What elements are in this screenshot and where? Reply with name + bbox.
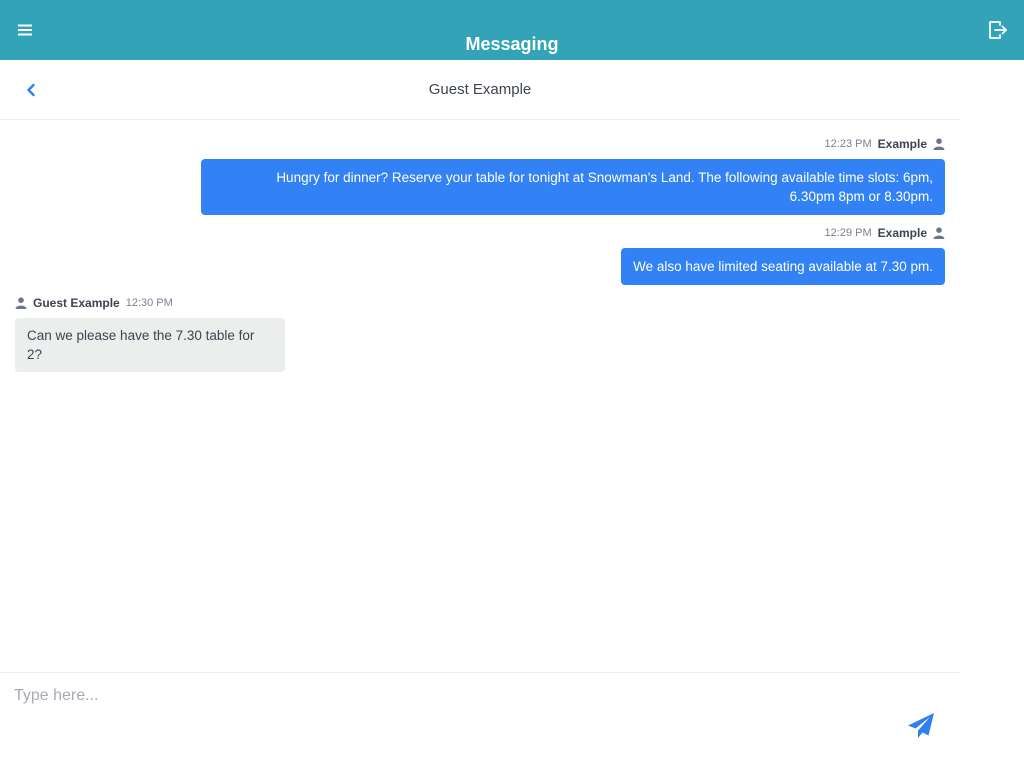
message-sender: Example — [877, 226, 927, 240]
message-bubble-outgoing[interactable]: We also have limited seating available a… — [621, 248, 945, 285]
message-list: 12:23 PM Example Hungry for dinner? Rese… — [0, 121, 960, 672]
user-icon — [15, 297, 27, 309]
message-sender: Example — [877, 137, 927, 151]
paper-plane-icon — [908, 713, 934, 738]
message-composer — [0, 672, 960, 768]
conversation-title: Guest Example — [428, 81, 532, 98]
message-sender: Guest Example — [33, 296, 120, 310]
send-button[interactable] — [904, 709, 938, 743]
message-time: 12:23 PM — [824, 138, 872, 150]
message-bubble-outgoing[interactable]: Hungry for dinner? Reserve your table fo… — [201, 159, 945, 215]
logout-icon — [989, 21, 1007, 39]
logout-button[interactable] — [986, 18, 1010, 42]
message-input[interactable] — [14, 687, 874, 757]
message-bubble-incoming[interactable]: Can we please have the 7.30 table for 2? — [15, 318, 285, 372]
message-meta: 12:23 PM Example — [825, 136, 945, 152]
message-meta: 12:29 PM Example — [825, 225, 945, 241]
message-time: 12:30 PM — [125, 297, 173, 309]
app-bar: Messaging — [0, 0, 1024, 60]
user-icon — [933, 227, 945, 239]
user-icon — [933, 138, 945, 150]
conversation-header: Guest Example — [0, 60, 960, 120]
message-text: We also have limited seating available a… — [633, 259, 933, 274]
message-text-line: Hungry for dinner? Reserve your table fo… — [276, 170, 933, 185]
message-time: 12:29 PM — [824, 227, 872, 239]
message-meta: Guest Example 12:30 PM — [15, 295, 173, 311]
message-text-line: 6.30pm 8pm or 8.30pm. — [789, 189, 933, 204]
app-title: Messaging — [465, 34, 559, 54]
message-text: Can we please have the 7.30 table for 2? — [27, 328, 255, 362]
